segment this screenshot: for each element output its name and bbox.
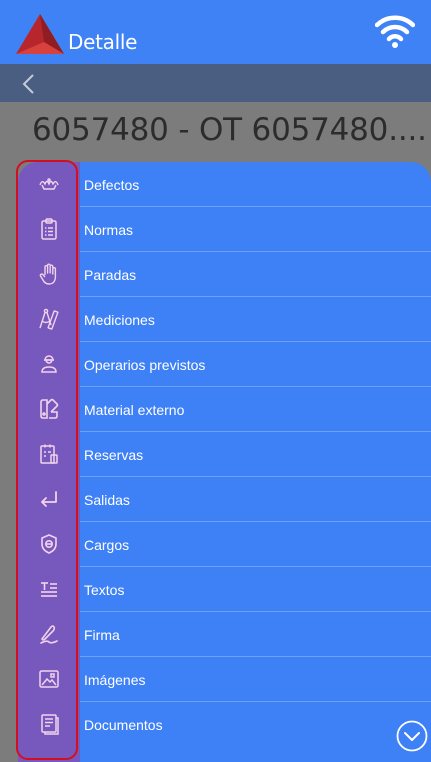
- material-icon: [37, 397, 61, 421]
- back-bar: [0, 64, 431, 102]
- menu-item-defectos[interactable]: Defectos: [18, 162, 431, 207]
- wifi-icon: [375, 15, 415, 48]
- menu-item-label: Paradas: [84, 267, 137, 283]
- shield-icon: [37, 532, 61, 556]
- menu-item-label: Mediciones: [84, 312, 155, 328]
- menu-item-material[interactable]: Material externo: [18, 387, 431, 432]
- menu-item-label: Normas: [84, 222, 134, 238]
- menu-item-salidas[interactable]: Salidas: [18, 477, 431, 522]
- menu-item-label: Firma: [84, 627, 120, 643]
- text-icon: [37, 577, 61, 601]
- app-header: Detalle: [0, 0, 431, 64]
- menu-item-label: Cargos: [84, 537, 130, 553]
- defects-icon: [37, 172, 61, 196]
- menu-item-label: Material externo: [84, 402, 185, 418]
- menu-item-imagenes[interactable]: Imágenes: [18, 657, 431, 702]
- menu-item-firma[interactable]: Firma: [18, 612, 431, 657]
- return-arrow-icon: [37, 487, 61, 511]
- clipboard-list-icon: [37, 217, 61, 241]
- menu-item-documentos[interactable]: Documentos: [18, 702, 431, 747]
- image-icon: [37, 667, 61, 691]
- menu-item-label: Textos: [84, 582, 125, 598]
- menu-item-textos[interactable]: Textos: [18, 567, 431, 612]
- reservations-icon: [37, 442, 61, 466]
- menu-item-mediciones[interactable]: Mediciones: [18, 297, 431, 342]
- chevron-left-icon[interactable]: [18, 73, 40, 95]
- chevron-down-circle-icon[interactable]: [396, 720, 428, 752]
- menu-item-paradas[interactable]: Paradas: [18, 252, 431, 297]
- header-title: Detalle: [68, 30, 138, 54]
- menu-item-cargos[interactable]: Cargos: [18, 522, 431, 567]
- menu-item-operarios[interactable]: Operarios previstos: [18, 342, 431, 387]
- menu-item-normas[interactable]: Normas: [18, 207, 431, 252]
- menu-item-label: Defectos: [84, 177, 140, 193]
- compass-ruler-icon: [37, 307, 61, 331]
- hand-stop-icon: [37, 262, 61, 286]
- menu-item-label: Reservas: [84, 447, 144, 463]
- detail-menu: Defectos Normas Paradas Mediciones Opera…: [18, 162, 431, 762]
- menu-item-label: Operarios previstos: [84, 357, 206, 373]
- page-title: 6057480 - OT 6057480....: [32, 112, 427, 148]
- menu-item-label: Imágenes: [84, 672, 146, 688]
- menu-item-label: Documentos: [84, 717, 163, 733]
- worker-icon: [37, 352, 61, 376]
- signature-icon: [37, 622, 61, 646]
- app-logo: [16, 14, 64, 54]
- document-icon: [37, 712, 61, 736]
- menu-item-reservas[interactable]: Reservas: [18, 432, 431, 477]
- menu-item-label: Salidas: [84, 492, 130, 508]
